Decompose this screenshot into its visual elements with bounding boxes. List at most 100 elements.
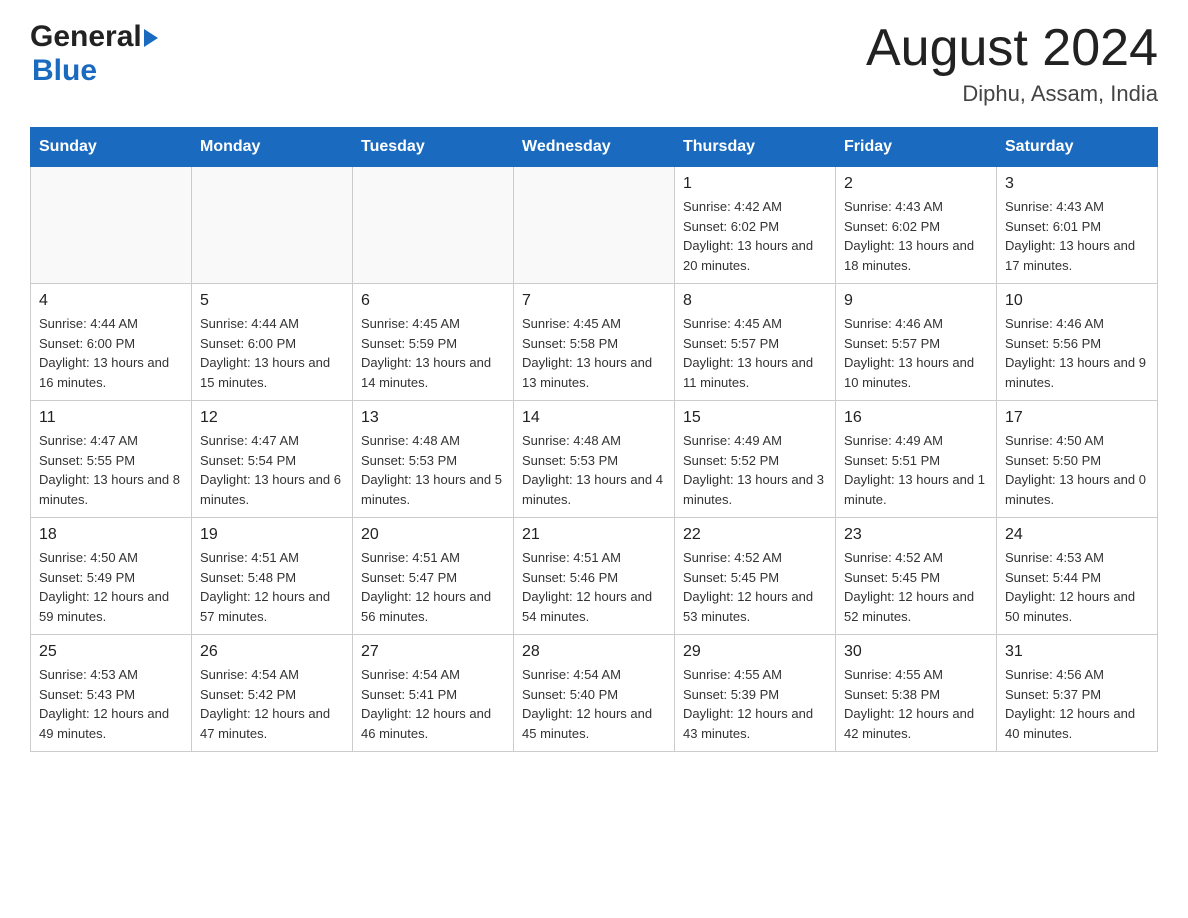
calendar-cell: 22Sunrise: 4:52 AM Sunset: 5:45 PM Dayli…: [675, 518, 836, 635]
sun-info: Sunrise: 4:47 AM Sunset: 5:55 PM Dayligh…: [39, 431, 183, 509]
day-number: 22: [683, 526, 827, 544]
day-number: 5: [200, 292, 344, 310]
day-number: 28: [522, 643, 666, 661]
sun-info: Sunrise: 4:47 AM Sunset: 5:54 PM Dayligh…: [200, 431, 344, 509]
sun-info: Sunrise: 4:56 AM Sunset: 5:37 PM Dayligh…: [1005, 665, 1149, 743]
calendar-cell: 28Sunrise: 4:54 AM Sunset: 5:40 PM Dayli…: [514, 635, 675, 752]
sun-info: Sunrise: 4:54 AM Sunset: 5:41 PM Dayligh…: [361, 665, 505, 743]
sun-info: Sunrise: 4:55 AM Sunset: 5:39 PM Dayligh…: [683, 665, 827, 743]
day-number: 4: [39, 292, 183, 310]
calendar-cell: [353, 167, 514, 284]
calendar-cell: 2 Sunrise: 4:43 AM Sunset: 6:02 PM Daylig…: [836, 167, 997, 284]
week-row-4: 18Sunrise: 4:50 AM Sunset: 5:49 PM Dayli…: [31, 518, 1158, 635]
title-block: August 2024 Diphu, Assam, India: [866, 20, 1158, 107]
logo-arrow-icon: [144, 29, 158, 47]
day-number: 14: [522, 409, 666, 427]
calendar-cell: 18Sunrise: 4:50 AM Sunset: 5:49 PM Dayli…: [31, 518, 192, 635]
sun-info: Sunrise: 4:44 AM Sunset: 6:00 PM Dayligh…: [200, 314, 344, 392]
day-number: 23: [844, 526, 988, 544]
calendar-cell: 21 Sunrise: 4:51 AM Sunset: 5:46 PM Dayli…: [514, 518, 675, 635]
sun-info: Sunrise: 4:46 AM Sunset: 5:56 PM Dayligh…: [1005, 314, 1149, 392]
sun-info: Sunrise: 4:51 AM Sunset: 5:46 PM Dayligh…: [522, 548, 666, 626]
calendar-cell: 5 Sunrise: 4:44 AM Sunset: 6:00 PM Daylig…: [192, 284, 353, 401]
calendar-cell: 7Sunrise: 4:45 AM Sunset: 5:58 PM Daylig…: [514, 284, 675, 401]
sun-info: Sunrise: 4:43 AM Sunset: 6:02 PM Dayligh…: [844, 197, 988, 275]
sun-info: Sunrise: 4:42 AM Sunset: 6:02 PM Dayligh…: [683, 197, 827, 275]
logo-general-text: General: [30, 20, 142, 54]
calendar-cell: 27 Sunrise: 4:54 AM Sunset: 5:41 PM Dayli…: [353, 635, 514, 752]
sun-info: Sunrise: 4:45 AM Sunset: 5:59 PM Dayligh…: [361, 314, 505, 392]
day-header-thursday: Thursday: [675, 128, 836, 167]
sun-info: Sunrise: 4:51 AM Sunset: 5:47 PM Dayligh…: [361, 548, 505, 626]
logo-blue-text: Blue: [32, 54, 97, 87]
sun-info: Sunrise: 4:46 AM Sunset: 5:57 PM Dayligh…: [844, 314, 988, 392]
day-header-friday: Friday: [836, 128, 997, 167]
sun-info: Sunrise: 4:49 AM Sunset: 5:52 PM Dayligh…: [683, 431, 827, 509]
calendar-cell: 11Sunrise: 4:47 AM Sunset: 5:55 PM Dayli…: [31, 401, 192, 518]
sun-info: Sunrise: 4:45 AM Sunset: 5:57 PM Dayligh…: [683, 314, 827, 392]
day-number: 25: [39, 643, 183, 661]
sun-info: Sunrise: 4:55 AM Sunset: 5:38 PM Dayligh…: [844, 665, 988, 743]
calendar-cell: 17 Sunrise: 4:50 AM Sunset: 5:50 PM Dayli…: [997, 401, 1158, 518]
week-row-3: 11Sunrise: 4:47 AM Sunset: 5:55 PM Dayli…: [31, 401, 1158, 518]
day-number: 15: [683, 409, 827, 427]
day-number: 21: [522, 526, 666, 544]
calendar-body: 1 Sunrise: 4:42 AM Sunset: 6:02 PM Daylig…: [31, 167, 1158, 752]
calendar-table: SundayMondayTuesdayWednesdayThursdayFrid…: [30, 127, 1158, 752]
sun-info: Sunrise: 4:50 AM Sunset: 5:49 PM Dayligh…: [39, 548, 183, 626]
day-headers-row: SundayMondayTuesdayWednesdayThursdayFrid…: [31, 128, 1158, 167]
calendar-cell: [514, 167, 675, 284]
calendar-cell: 14 Sunrise: 4:48 AM Sunset: 5:53 PM Dayli…: [514, 401, 675, 518]
calendar-header: SundayMondayTuesdayWednesdayThursdayFrid…: [31, 128, 1158, 167]
calendar-cell: 3 Sunrise: 4:43 AM Sunset: 6:01 PM Daylig…: [997, 167, 1158, 284]
calendar-cell: 16 Sunrise: 4:49 AM Sunset: 5:51 PM Dayli…: [836, 401, 997, 518]
calendar-cell: [192, 167, 353, 284]
sun-info: Sunrise: 4:44 AM Sunset: 6:00 PM Dayligh…: [39, 314, 183, 392]
sun-info: Sunrise: 4:50 AM Sunset: 5:50 PM Dayligh…: [1005, 431, 1149, 509]
calendar-cell: 26Sunrise: 4:54 AM Sunset: 5:42 PM Dayli…: [192, 635, 353, 752]
day-number: 2: [844, 175, 988, 193]
day-number: 3: [1005, 175, 1149, 193]
day-header-tuesday: Tuesday: [353, 128, 514, 167]
sun-info: Sunrise: 4:51 AM Sunset: 5:48 PM Dayligh…: [200, 548, 344, 626]
calendar-cell: 9 Sunrise: 4:46 AM Sunset: 5:57 PM Daylig…: [836, 284, 997, 401]
calendar-cell: 8 Sunrise: 4:45 AM Sunset: 5:57 PM Daylig…: [675, 284, 836, 401]
day-number: 9: [844, 292, 988, 310]
calendar-cell: 19Sunrise: 4:51 AM Sunset: 5:48 PM Dayli…: [192, 518, 353, 635]
calendar-cell: 12 Sunrise: 4:47 AM Sunset: 5:54 PM Dayli…: [192, 401, 353, 518]
day-header-saturday: Saturday: [997, 128, 1158, 167]
sun-info: Sunrise: 4:48 AM Sunset: 5:53 PM Dayligh…: [361, 431, 505, 509]
sun-info: Sunrise: 4:54 AM Sunset: 5:42 PM Dayligh…: [200, 665, 344, 743]
calendar-cell: 6 Sunrise: 4:45 AM Sunset: 5:59 PM Daylig…: [353, 284, 514, 401]
calendar-cell: 23 Sunrise: 4:52 AM Sunset: 5:45 PM Dayli…: [836, 518, 997, 635]
day-number: 17: [1005, 409, 1149, 427]
day-number: 30: [844, 643, 988, 661]
calendar-cell: 1 Sunrise: 4:42 AM Sunset: 6:02 PM Daylig…: [675, 167, 836, 284]
day-number: 12: [200, 409, 344, 427]
day-number: 13: [361, 409, 505, 427]
sun-info: Sunrise: 4:49 AM Sunset: 5:51 PM Dayligh…: [844, 431, 988, 509]
day-number: 1: [683, 175, 827, 193]
page-header: General Blue August 2024 Diphu, Assam, I…: [30, 20, 1158, 107]
calendar-subtitle: Diphu, Assam, India: [866, 81, 1158, 107]
calendar-title: August 2024: [866, 20, 1158, 77]
calendar-cell: [31, 167, 192, 284]
day-number: 16: [844, 409, 988, 427]
day-header-monday: Monday: [192, 128, 353, 167]
sun-info: Sunrise: 4:43 AM Sunset: 6:01 PM Dayligh…: [1005, 197, 1149, 275]
sun-info: Sunrise: 4:52 AM Sunset: 5:45 PM Dayligh…: [844, 548, 988, 626]
calendar-cell: 20 Sunrise: 4:51 AM Sunset: 5:47 PM Dayli…: [353, 518, 514, 635]
day-number: 20: [361, 526, 505, 544]
day-number: 27: [361, 643, 505, 661]
sun-info: Sunrise: 4:53 AM Sunset: 5:44 PM Dayligh…: [1005, 548, 1149, 626]
sun-info: Sunrise: 4:48 AM Sunset: 5:53 PM Dayligh…: [522, 431, 666, 509]
calendar-cell: 25Sunrise: 4:53 AM Sunset: 5:43 PM Dayli…: [31, 635, 192, 752]
day-header-sunday: Sunday: [31, 128, 192, 167]
day-number: 6: [361, 292, 505, 310]
day-number: 8: [683, 292, 827, 310]
day-number: 10: [1005, 292, 1149, 310]
day-number: 24: [1005, 526, 1149, 544]
logo: General Blue: [30, 20, 158, 88]
day-header-wednesday: Wednesday: [514, 128, 675, 167]
week-row-1: 1 Sunrise: 4:42 AM Sunset: 6:02 PM Daylig…: [31, 167, 1158, 284]
